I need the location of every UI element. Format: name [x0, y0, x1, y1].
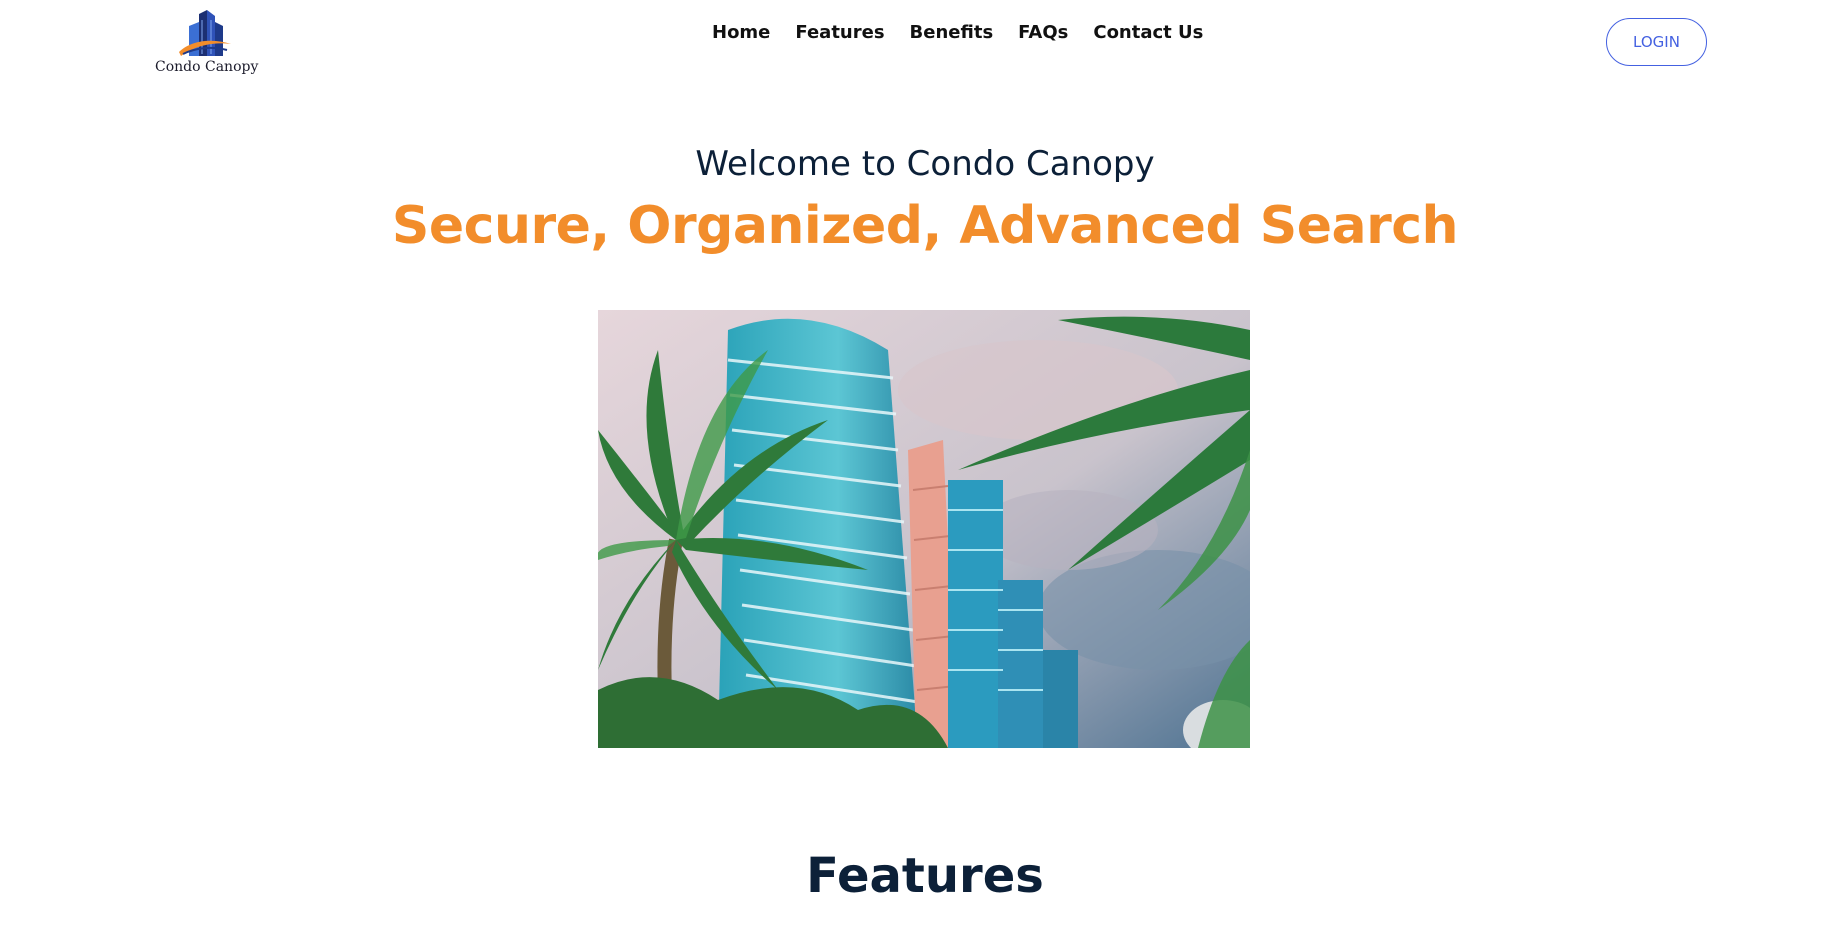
hero-image — [598, 310, 1250, 748]
nav-item-faqs[interactable]: FAQs — [1018, 22, 1068, 43]
nav-item-benefits[interactable]: Benefits — [910, 22, 994, 43]
login-button[interactable]: LOGIN — [1606, 18, 1707, 66]
features-heading: Features — [806, 848, 1044, 904]
nav-item-contact-us[interactable]: Contact Us — [1093, 22, 1203, 43]
site-header: Condo Canopy Home Features Benefits FAQs… — [0, 0, 1830, 80]
brand-logo[interactable]: Condo Canopy — [155, 10, 259, 78]
nav-item-home[interactable]: Home — [712, 22, 770, 43]
hero-title: Secure, Organized, Advanced Search — [391, 196, 1459, 256]
brand-name: Condo Canopy — [155, 59, 259, 75]
hero-subtitle: Welcome to Condo Canopy — [695, 144, 1155, 184]
main-nav: Home Features Benefits FAQs Contact Us — [712, 22, 1203, 43]
nav-item-features[interactable]: Features — [795, 22, 884, 43]
condo-towers-palm-trees-photo-icon — [598, 310, 1250, 748]
building-logo-icon — [179, 10, 231, 56]
landing-page: Condo Canopy Home Features Benefits FAQs… — [0, 0, 1830, 944]
